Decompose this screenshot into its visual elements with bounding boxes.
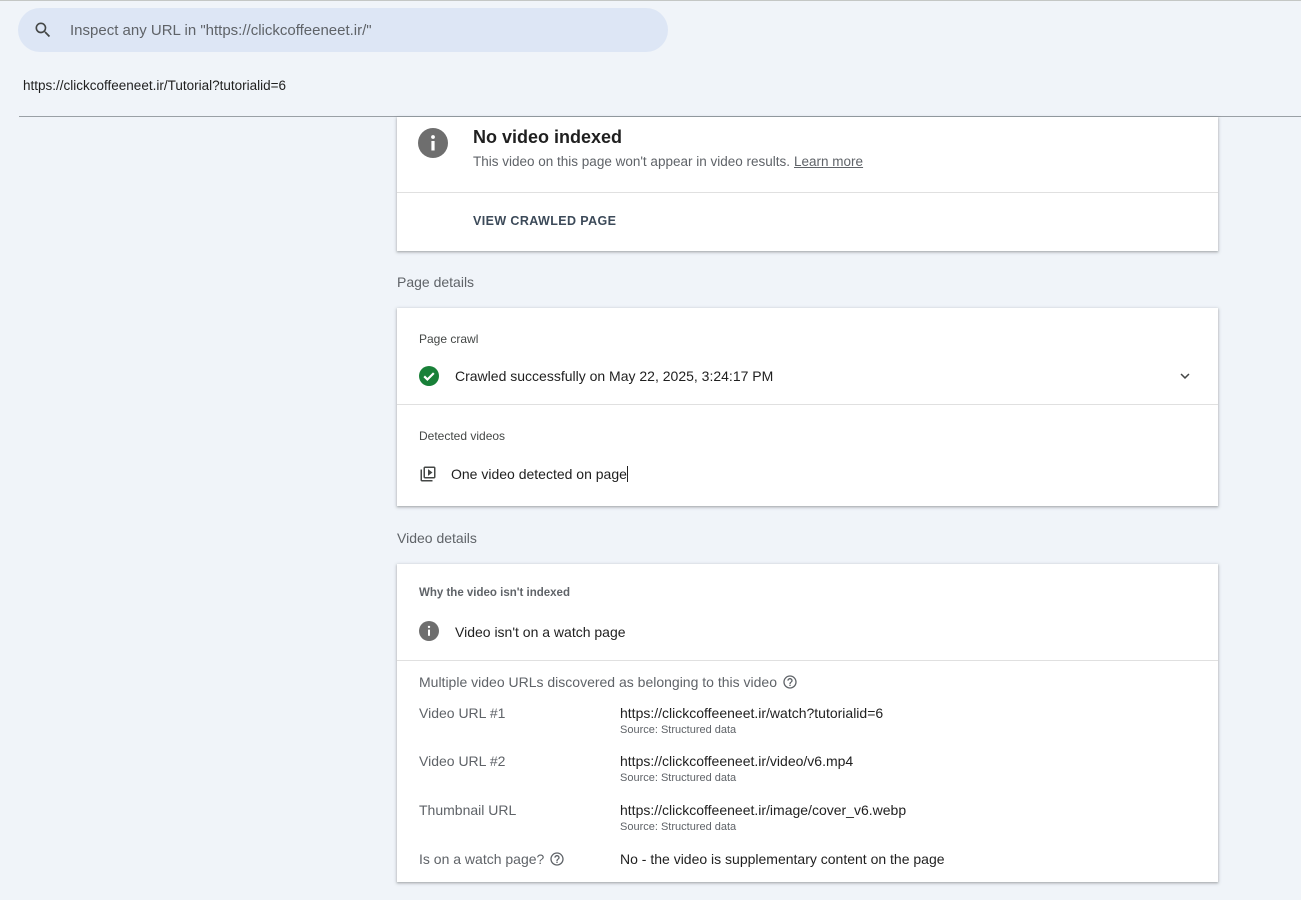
video-index-status-card: No video indexed This video on this page… — [397, 117, 1218, 251]
crawl-status-text: Crawled successfully on May 22, 2025, 3:… — [455, 368, 774, 384]
video-details-card: Why the video isn't indexed Video isn't … — [397, 564, 1218, 882]
multiple-urls-heading: Multiple video URLs discovered as belong… — [419, 674, 798, 690]
thumbnail-url-label: Thumbnail URL — [419, 802, 517, 818]
video-url-1-value: https://clickcoffeeneet.ir/watch?tutoria… — [620, 705, 884, 721]
video-url-1-label: Video URL #1 — [419, 705, 506, 721]
status-title: No video indexed — [473, 127, 623, 147]
card-divider — [397, 404, 1218, 405]
text-cursor — [626, 466, 628, 482]
card-divider — [397, 660, 1218, 661]
detected-videos-text: One video detected on page — [451, 466, 628, 482]
thumbnail-url-source: Source: Structured data — [620, 821, 737, 833]
watch-page-label: Is on a watch page? — [419, 851, 565, 867]
view-crawled-page-button[interactable]: VIEW CRAWLED PAGE — [473, 214, 616, 228]
help-circle-icon[interactable] — [549, 851, 565, 867]
status-description: This video on this page won't appear in … — [473, 154, 863, 169]
page-details-heading: Page details — [397, 274, 475, 290]
top-border — [0, 0, 1301, 1]
video-url-2-label: Video URL #2 — [419, 753, 506, 769]
watch-page-value: No - the video is supplementary content … — [620, 851, 945, 867]
info-icon — [419, 621, 439, 641]
inspected-url: https://clickcoffeeneet.ir/Tutorial?tuto… — [23, 78, 287, 93]
check-circle-icon — [419, 366, 439, 386]
watch-page-label-text: Is on a watch page? — [419, 851, 545, 867]
video-url-2-source: Source: Structured data — [620, 772, 737, 784]
detected-videos-value: One video detected on page — [451, 466, 627, 482]
why-not-indexed-label: Why the video isn't indexed — [419, 587, 570, 599]
thumbnail-url-value: https://clickcoffeeneet.ir/image/cover_v… — [620, 802, 907, 818]
help-circle-icon[interactable] — [782, 674, 798, 690]
not-indexed-reason: Video isn't on a watch page — [455, 624, 626, 640]
page-crawl-label: Page crawl — [419, 332, 479, 346]
multiple-urls-text: Multiple video URLs discovered as belong… — [419, 674, 777, 690]
url-inspection-search-bar[interactable] — [18, 8, 668, 52]
chevron-down-icon[interactable] — [1176, 367, 1194, 385]
learn-more-link[interactable]: Learn more — [794, 154, 863, 169]
card-divider — [397, 192, 1218, 193]
page-details-card: Page crawl Crawled successfully on May 2… — [397, 308, 1218, 506]
search-icon[interactable] — [33, 20, 53, 40]
video-library-icon — [419, 465, 439, 485]
video-details-heading: Video details — [397, 530, 477, 546]
status-description-text: This video on this page won't appear in … — [473, 154, 791, 169]
video-url-2-value: https://clickcoffeeneet.ir/video/v6.mp4 — [620, 753, 854, 769]
info-icon — [418, 128, 448, 158]
video-url-1-source: Source: Structured data — [620, 724, 737, 736]
search-input[interactable] — [70, 18, 630, 42]
detected-videos-label: Detected videos — [419, 429, 506, 443]
